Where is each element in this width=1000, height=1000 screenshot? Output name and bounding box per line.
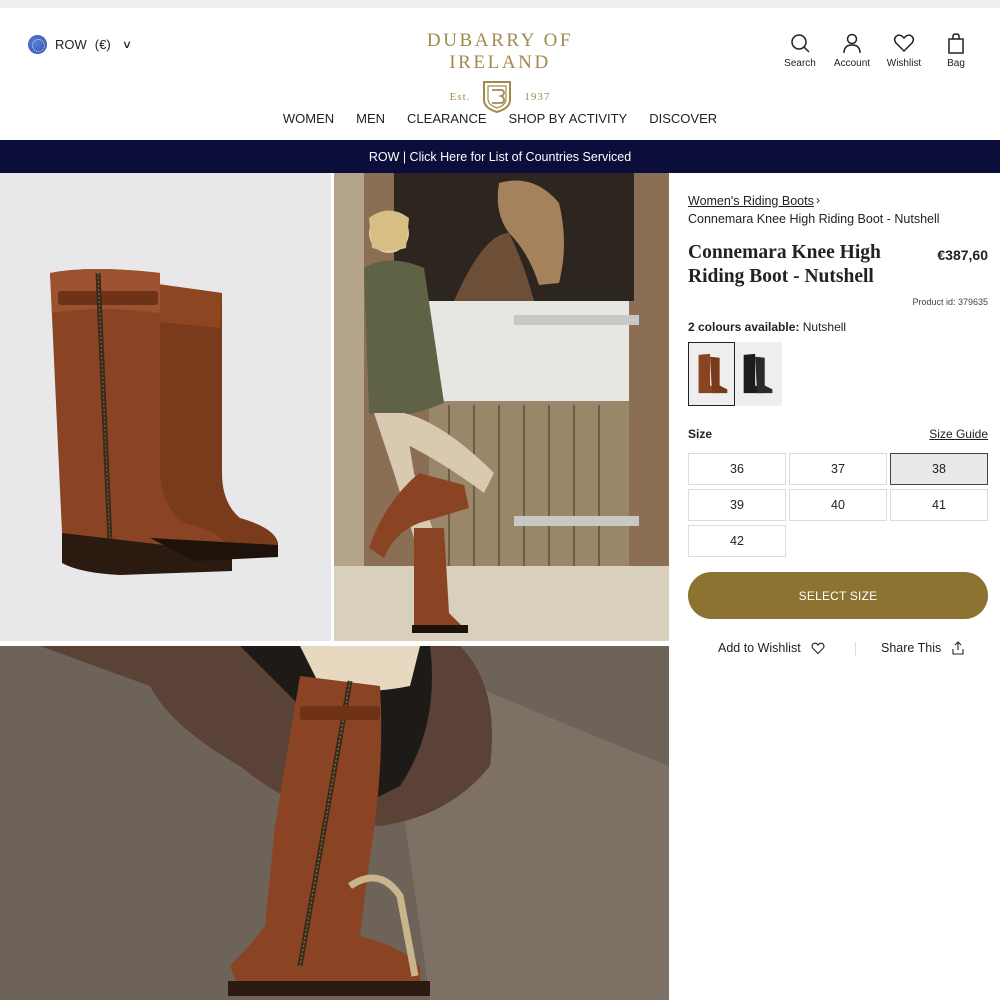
breadcrumb-parent-link[interactable]: Women's Riding Boots <box>688 194 814 208</box>
black-boot-thumbnail <box>736 343 781 405</box>
stable-lifestyle-image <box>334 173 669 641</box>
heart-icon <box>893 34 915 53</box>
main-nav: WOMEN MEN CLEARANCE SHOP BY ACTIVITY DIS… <box>0 111 1000 126</box>
nav-item-men[interactable]: MEN <box>356 111 385 126</box>
countries-banner[interactable]: ROW | Click Here for List of Countries S… <box>0 140 1000 173</box>
search-button[interactable]: Search <box>774 32 826 69</box>
breadcrumb-current: Connemara Knee High Riding Boot - Nutshe… <box>688 212 940 226</box>
product-id: Product id: 379635 <box>912 297 988 307</box>
search-label: Search <box>784 58 816 69</box>
product-image-studio[interactable] <box>0 173 331 641</box>
breadcrumb-separator: › <box>816 193 820 207</box>
header-utilities: Search Account Wishlist Bag <box>774 32 982 69</box>
add-to-wishlist-label: Add to Wishlist <box>718 641 801 655</box>
size-option-40[interactable]: 40 <box>789 489 887 521</box>
colour-swatches <box>688 342 782 406</box>
size-guide-link[interactable]: Size Guide <box>929 427 988 441</box>
region-label: ROW <box>55 37 87 52</box>
logo-name: DUBARRY OF IRELAND <box>426 30 574 73</box>
size-option-36[interactable]: 36 <box>688 453 786 485</box>
nav-item-shop-by-activity[interactable]: SHOP BY ACTIVITY <box>509 111 628 126</box>
size-option-37[interactable]: 37 <box>789 453 887 485</box>
nav-item-discover[interactable]: DISCOVER <box>649 111 717 126</box>
bag-icon <box>948 33 964 54</box>
colours-available: 2 colours available: Nutshell <box>688 320 846 334</box>
add-to-wishlist-button[interactable]: Add to Wishlist <box>718 641 825 655</box>
share-icon <box>952 641 964 655</box>
chevron-down-icon: ∨ <box>121 39 132 51</box>
share-button[interactable]: Share This <box>881 641 965 655</box>
currency-label: (€) <box>94 37 111 52</box>
swatch-black[interactable] <box>735 342 782 406</box>
size-option-41[interactable]: 41 <box>890 489 988 521</box>
nav-item-clearance[interactable]: CLEARANCE <box>407 111 486 126</box>
account-label: Account <box>833 58 871 69</box>
product-image-riding-stirrup[interactable] <box>0 646 669 1000</box>
colours-label: 2 colours available: <box>688 320 800 334</box>
size-option-42[interactable]: 42 <box>688 525 786 557</box>
size-label: Size <box>688 427 713 441</box>
size-option-38[interactable]: 38 <box>890 453 988 485</box>
brown-boot-thumbnail <box>689 343 734 405</box>
riding-stirrup-image <box>0 646 669 1000</box>
search-icon <box>791 34 810 53</box>
nav-item-women[interactable]: WOMEN <box>283 111 334 126</box>
product-actions: Add to Wishlist Share This <box>688 639 988 659</box>
product-title: Connemara Knee High Riding Boot - Nutshe… <box>688 242 881 287</box>
size-grid: 36 37 38 39 40 41 42 <box>688 453 988 557</box>
wishlist-label: Wishlist <box>886 58 922 69</box>
bag-button[interactable]: Bag <box>930 32 982 69</box>
share-label: Share This <box>881 641 942 655</box>
account-icon <box>843 33 861 54</box>
wishlist-button[interactable]: Wishlist <box>878 32 930 69</box>
bag-label: Bag <box>947 58 965 69</box>
selected-colour: Nutshell <box>802 320 847 334</box>
shield-logo-icon <box>483 81 512 114</box>
logo-est: Est. <box>449 91 471 103</box>
logo-year: 1937 <box>524 91 551 103</box>
site-header: ROW (€) ∨ DUBARRY OF IRELAND Est. 1937 S… <box>0 8 1000 140</box>
site-logo[interactable]: DUBARRY OF IRELAND Est. 1937 <box>380 30 620 114</box>
size-option-39[interactable]: 39 <box>688 489 786 521</box>
swatch-nutshell[interactable] <box>688 342 735 406</box>
product-image-lifestyle-stable[interactable] <box>334 173 669 641</box>
heart-icon <box>811 642 825 655</box>
account-button[interactable]: Account <box>826 32 878 69</box>
region-selector[interactable]: ROW (€) ∨ <box>28 35 132 54</box>
top-strip <box>0 0 1000 8</box>
product-price: €387,60 <box>937 247 988 263</box>
boots-studio-image <box>0 173 331 641</box>
select-size-button[interactable]: SELECT SIZE <box>688 572 988 619</box>
actions-divider <box>855 642 856 656</box>
globe-icon <box>28 35 47 54</box>
